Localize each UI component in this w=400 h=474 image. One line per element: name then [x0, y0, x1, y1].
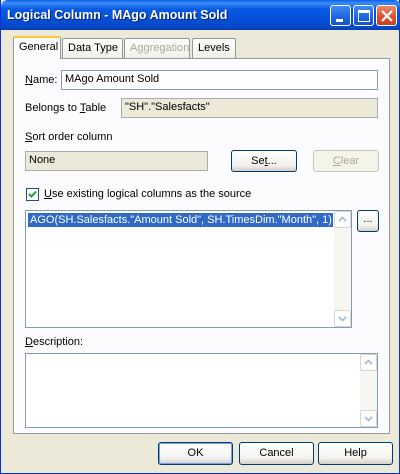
desc-scroll-down-button[interactable]: [360, 410, 377, 427]
help-button[interactable]: Help: [318, 442, 393, 465]
arrow-up-icon: [364, 359, 373, 365]
tab-general-label: General: [19, 41, 59, 53]
expression-scrollbar[interactable]: [334, 211, 351, 327]
maximize-icon: [358, 10, 370, 22]
window-title: Logical Column - MAgo Amount Sold: [7, 8, 228, 22]
use-existing-label: Use existing logical columns as the sour…: [44, 188, 252, 200]
title-bar[interactable]: Logical Column - MAgo Amount Sold: [1, 0, 400, 30]
description-scrollbar[interactable]: [360, 354, 377, 427]
maximize-button[interactable]: [353, 5, 374, 26]
tab-aggregation-label: Aggregation: [130, 42, 190, 54]
tab-aggregation[interactable]: Aggregation: [124, 38, 190, 58]
ok-button[interactable]: OK: [158, 442, 233, 465]
clear-button[interactable]: Clear: [313, 150, 379, 172]
checkmark-icon: [28, 190, 37, 198]
description-field[interactable]: [25, 353, 378, 428]
tab-levels-label: Levels: [198, 42, 230, 54]
scroll-up-button[interactable]: [334, 211, 351, 228]
logical-column-dialog: Logical Column - MAgo Amount Sold Genera…: [0, 0, 400, 474]
scroll-down-button[interactable]: [334, 310, 351, 327]
minimize-button[interactable]: [330, 5, 351, 26]
cancel-button[interactable]: Cancel: [239, 442, 314, 465]
close-button[interactable]: [376, 5, 397, 26]
arrow-down-icon: [338, 316, 347, 322]
description-label: Description:: [25, 336, 84, 348]
belongs-to-table-label: Belongs to Table: [25, 102, 107, 114]
name-label: Name:: [25, 74, 58, 86]
tab-data-type-label: Data Type: [68, 42, 118, 54]
expression-text[interactable]: AGO(SH.Salesfacts."Amount Sold", SH.Time…: [28, 213, 333, 227]
expression-box[interactable]: AGO(SH.Salesfacts."Amount Sold", SH.Time…: [25, 210, 352, 328]
set-button[interactable]: Set...: [231, 150, 297, 172]
belongs-to-table-field: "SH"."Salesfacts": [121, 98, 378, 118]
use-existing-checkbox[interactable]: [26, 188, 39, 201]
arrow-down-icon: [364, 416, 373, 422]
general-panel: Name: MAgo Amount Sold Belongs to Table …: [13, 58, 390, 434]
arrow-up-icon: [338, 216, 347, 222]
desc-scroll-up-button[interactable]: [360, 354, 377, 371]
tab-general[interactable]: General: [13, 36, 61, 59]
close-icon: [381, 10, 393, 22]
tab-data-type[interactable]: Data Type: [62, 38, 123, 58]
sort-order-label: Sort order column: [25, 131, 113, 143]
name-field[interactable]: MAgo Amount Sold: [61, 70, 378, 90]
expression-builder-button[interactable]: ...: [357, 210, 379, 232]
sort-order-field: None: [25, 151, 208, 171]
tab-levels[interactable]: Levels: [192, 38, 236, 58]
minimize-icon: [336, 19, 343, 22]
